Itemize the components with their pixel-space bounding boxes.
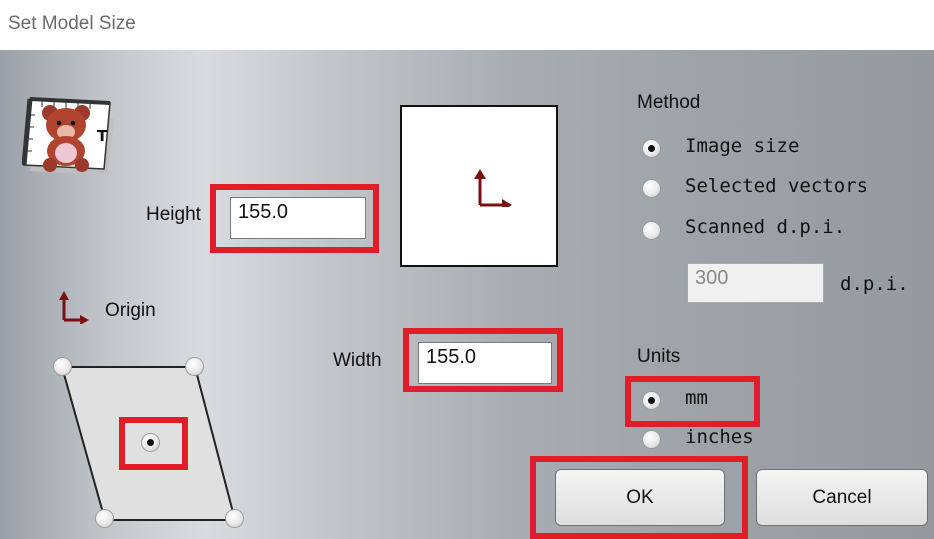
set-model-size-dialog: T Height 155.0 Origin Width 155.0 Method…: [0, 50, 934, 539]
origin-center-radio[interactable]: [142, 434, 159, 451]
method-selected-vectors-label[interactable]: Selected vectors: [685, 175, 868, 197]
window-title: Set Model Size: [8, 13, 136, 34]
origin-axes-icon: [474, 169, 512, 207]
title-bar: Set Model Size: [0, 0, 934, 50]
method-scanned-dpi-radio[interactable]: [643, 222, 660, 239]
method-image-size-radio[interactable]: [643, 140, 660, 157]
units-inches-label[interactable]: inches: [685, 426, 754, 448]
model-preview: [400, 105, 558, 267]
width-input[interactable]: 155.0: [418, 342, 552, 384]
units-mm-radio[interactable]: [643, 392, 660, 409]
origin-top-left-radio[interactable]: [54, 358, 71, 375]
origin-icon: [59, 291, 89, 324]
origin-bottom-right-radio[interactable]: [226, 510, 243, 527]
units-mm-label[interactable]: mm: [685, 387, 708, 409]
method-image-size-label[interactable]: Image size: [685, 135, 799, 157]
origin-top-right-radio[interactable]: [186, 358, 203, 375]
dpi-unit-label: d.p.i.: [840, 273, 909, 295]
origin-label: Origin: [105, 300, 156, 321]
method-selected-vectors-radio[interactable]: [643, 180, 660, 197]
height-input[interactable]: 155.0: [230, 197, 366, 239]
units-label: Units: [637, 346, 681, 367]
width-label: Width: [333, 350, 382, 371]
method-label: Method: [637, 92, 701, 113]
ok-button[interactable]: OK: [555, 469, 725, 526]
dpi-input[interactable]: 300: [687, 263, 824, 303]
method-scanned-dpi-label[interactable]: Scanned d.p.i.: [685, 216, 845, 238]
cancel-button[interactable]: Cancel: [756, 469, 928, 526]
origin-bottom-left-radio[interactable]: [96, 510, 113, 527]
svg-text:T: T: [97, 127, 108, 145]
model-icon: T: [21, 85, 122, 177]
height-label: Height: [146, 204, 201, 225]
units-inches-radio[interactable]: [643, 431, 660, 448]
